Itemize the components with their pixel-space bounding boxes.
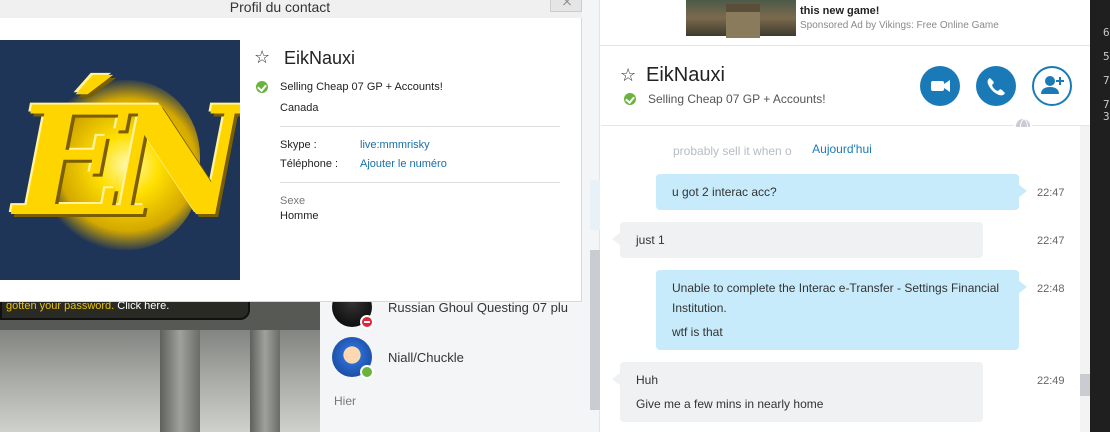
profile-picture-emblem: ÉN (14, 74, 240, 250)
chat-scrollbar-thumb[interactable] (1080, 374, 1090, 396)
phone-icon (987, 78, 1005, 96)
favorite-star-icon[interactable]: ☆ (620, 66, 636, 84)
ad-headline[interactable]: this new game! (800, 5, 879, 17)
message-time: 22:47 (1037, 187, 1065, 199)
avatar (332, 337, 374, 379)
online-status-icon (256, 81, 268, 93)
video-call-button[interactable] (920, 66, 960, 106)
divider (280, 182, 560, 183)
message-text: Huh (636, 373, 659, 387)
online-status-icon (624, 93, 636, 105)
add-phone-link[interactable]: Ajouter le numéro (360, 158, 447, 170)
add-participant-button[interactable] (1032, 66, 1072, 106)
video-camera-icon (931, 80, 950, 92)
profile-mood: Selling Cheap 07 GP + Accounts! (280, 81, 443, 93)
profile-name: EikNauxi (284, 48, 356, 68)
message-time: 22:47 (1037, 235, 1065, 247)
edge-digit: 7 (1103, 74, 1110, 87)
favorite-star-icon[interactable]: ☆ (254, 48, 270, 66)
day-separator: Aujourd'hui (802, 142, 882, 160)
outgoing-message[interactable]: u got 2 interac acc? (656, 174, 1027, 210)
selected-edge (590, 180, 600, 230)
busy-status-icon (360, 315, 374, 329)
profile-window-title: Profil du contact (229, 0, 331, 15)
edge-digit: 3 (1103, 110, 1110, 123)
skype-label: Skype : (280, 139, 317, 151)
contact-list-scrollbar[interactable] (590, 250, 600, 410)
faded-message: probably sell it when o (673, 144, 792, 158)
close-button[interactable] (550, 0, 582, 12)
group-label: Hier (334, 394, 357, 408)
contact-list-item[interactable]: Niall/Chuckle (332, 334, 582, 380)
message-text: u got 2 interac acc? (672, 185, 777, 199)
message-text: wtf is that (672, 325, 723, 339)
divider (280, 126, 560, 127)
sex-label: Sexe (280, 195, 306, 207)
ad-image[interactable] (686, 0, 796, 38)
audio-call-button[interactable] (976, 66, 1016, 106)
incoming-message[interactable]: just 1 (612, 222, 983, 258)
online-status-icon (360, 365, 374, 379)
message-time: 22:48 (1037, 283, 1065, 295)
outgoing-message[interactable]: Unable to complete the Interac e-Transfe… (656, 270, 1027, 350)
skype-id-link[interactable]: live:mmmrisky (360, 139, 430, 151)
game-pillar (160, 330, 200, 432)
ad-banner[interactable]: this new game! Sponsored Ad by Vikings: … (600, 0, 1090, 46)
edge-digit: 6 (1103, 26, 1110, 39)
add-person-icon (1041, 76, 1064, 94)
chat-contact-mood: Selling Cheap 07 GP + Accounts! (648, 92, 826, 106)
edge-digit: 5 (1103, 50, 1110, 63)
background-window-edge: 6 5 7 7 3 (1090, 0, 1110, 432)
phone-label: Téléphone : (280, 158, 339, 170)
incoming-message[interactable]: Huh Give me a few mins in nearly home (612, 362, 983, 422)
chat-contact-name[interactable]: EikNauxi (646, 64, 725, 87)
message-text: just 1 (636, 233, 665, 247)
message-text: Give me a few mins in nearly home (636, 397, 824, 411)
game-pillar (250, 330, 280, 432)
profile-picture: ÉN (0, 40, 240, 280)
sex-value: Homme (280, 210, 319, 222)
message-time: 22:49 (1037, 375, 1065, 387)
message-text: Unable to complete the Interac e-Transfe… (672, 281, 1000, 315)
contact-name: Niall/Chuckle (388, 349, 464, 365)
ad-sponsor: Sponsored Ad by Vikings: Free Online Gam… (800, 20, 999, 31)
profile-location: Canada (280, 102, 319, 114)
